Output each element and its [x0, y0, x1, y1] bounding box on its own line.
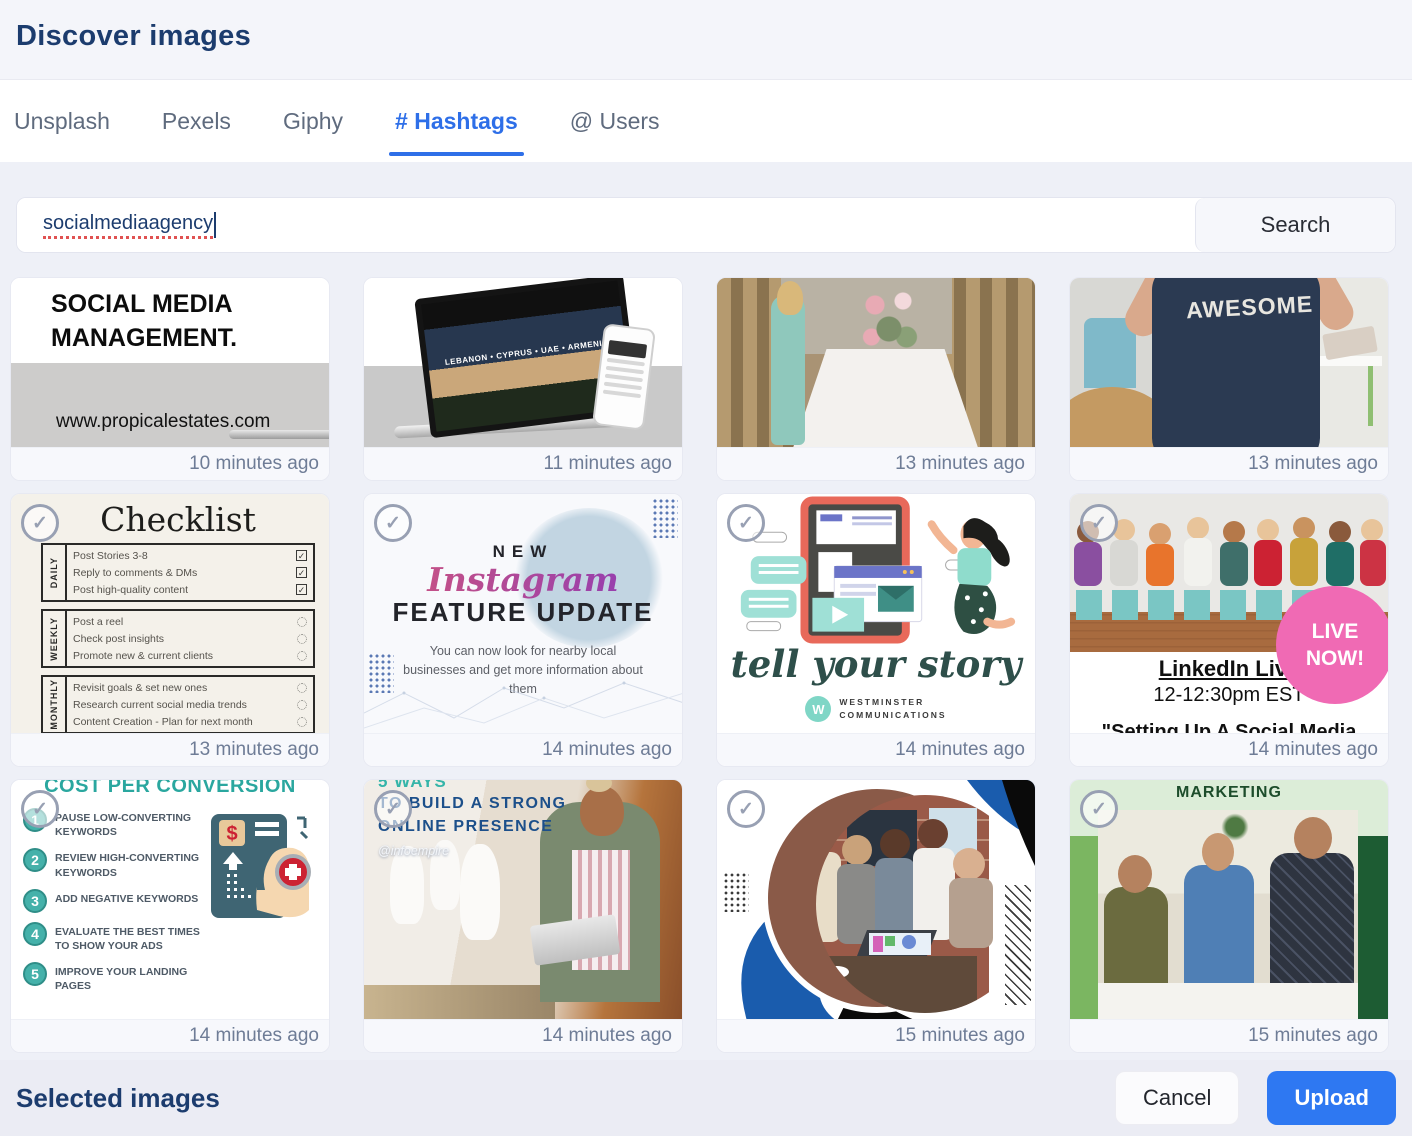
woman-figure-graphic [771, 295, 805, 445]
thumbnail-banquet-table [717, 278, 1035, 447]
check-circle-icon[interactable]: ✓ [1080, 504, 1118, 542]
instagram-script-text: Instagram [364, 560, 682, 599]
thumbnail-online-presence: 5 WAYS TO BUILD A STRONG ONLINE PRESENCE… [364, 780, 682, 1019]
upload-button[interactable]: Upload [1267, 1071, 1396, 1125]
thumbnail-real-estate-laptop: LEBANON • CYPRUS • UAE • ARMENIA [364, 278, 682, 447]
source-tabbar: Unsplash Pexels Giphy # Hashtags @ Users [0, 79, 1412, 162]
checklist-weekly-section: WEEKLY Post a reel Check post insights P… [41, 609, 315, 668]
overlay-line0: 5 WAYS [378, 780, 566, 792]
thumbnail-checklist: Checklist DAILY Post Stories 3-8✓ Reply … [11, 494, 329, 733]
flowers-graphic [854, 281, 924, 361]
tab-hashtags[interactable]: # Hashtags [393, 80, 520, 162]
thumbnail-cost-per-conversion: COST PER CONVERSION 1PAUSE LOW-CONVERTIN… [11, 780, 329, 1019]
team-desk-photo [1098, 810, 1358, 1019]
story-script-text: tell your story [717, 642, 1035, 686]
thumbnail-tell-your-story: tell your story W WESTMINSTER COMMUNICAT… [717, 494, 1035, 733]
thumbnail-linkedin-live: LIVE NOW! LinkedIn Live 12-12:30pm EST "… [1070, 494, 1388, 733]
checklist-monthly-section: MONTHLY Revisit goals & set new ones Res… [41, 675, 315, 733]
check-circle-icon[interactable]: ✓ [21, 790, 59, 828]
search-section: socialmediaagency Search [0, 162, 1412, 277]
timestamp: 13 minutes ago [895, 453, 1025, 475]
page-title: Discover images [16, 20, 1396, 53]
thumb-banner-text: LEBANON • CYPRUS • UAE • ARMENIA [444, 338, 608, 367]
team-photo-graphic [717, 780, 1035, 1019]
image-card-marketing-team[interactable]: ✓ MARKETING 15 minutes ago [1069, 779, 1389, 1053]
search-query-text: socialmediaagency [43, 212, 213, 239]
feature-update-title: FEATURE UPDATE [364, 597, 682, 628]
thumbnail-marketing-team: MARKETING [1070, 780, 1388, 1019]
laptop-edge-graphic [229, 430, 329, 439]
tab-pexels[interactable]: Pexels [160, 80, 233, 162]
tab-users[interactable]: @ Users [568, 80, 662, 162]
checklist-daily-section: DAILY Post Stories 3-8✓ Reply to comment… [41, 543, 315, 602]
thumbnail-team-circle [717, 780, 1035, 1019]
image-card-linkedin-live[interactable]: ✓ [1069, 493, 1389, 767]
story-illustration [717, 494, 1035, 644]
check-circle-icon[interactable]: ✓ [374, 504, 412, 542]
timestamp: 14 minutes ago [542, 1025, 672, 1047]
check-circle-icon[interactable]: ✓ [21, 504, 59, 542]
check-circle-icon[interactable]: ✓ [727, 790, 765, 828]
timestamp: 10 minutes ago [189, 453, 319, 475]
timestamp: 14 minutes ago [895, 739, 1025, 761]
westminster-logo: W WESTMINSTER COMMUNICATIONS [717, 696, 1035, 722]
check-circle-icon[interactable]: ✓ [374, 790, 412, 828]
image-card-awesome-shirt[interactable]: AWESOME 13 minutes ago [1069, 277, 1389, 481]
check-circle-icon[interactable]: ✓ [1080, 790, 1118, 828]
image-card-cost-per-conversion[interactable]: ✓ COST PER CONVERSION 1PAUSE LOW-CONVERT… [10, 779, 330, 1053]
image-card-checklist[interactable]: ✓ Checklist DAILY Post Stories 3-8✓ Repl… [10, 493, 330, 767]
timestamp: 15 minutes ago [1248, 1025, 1378, 1047]
event-topic: "Setting Up A Social Media [1070, 721, 1388, 733]
check-circle-icon[interactable]: ✓ [727, 504, 765, 542]
selection-footer: Selected images Cancel Upload [0, 1060, 1412, 1136]
timestamp: 13 minutes ago [189, 739, 319, 761]
checklist-title: Checklist [41, 500, 315, 539]
image-card-banquet-table[interactable]: 13 minutes ago [716, 277, 1036, 481]
kicker-text: NEW [364, 542, 682, 562]
marketing-title: MARKETING [1070, 784, 1388, 802]
plexus-lines-graphic [364, 663, 682, 733]
image-card-online-presence[interactable]: ✓ 5 WAYS TO BUILD A STRONG ONLINE PRESEN… [363, 779, 683, 1053]
diagonal-lines-pattern [1005, 885, 1031, 1005]
image-card-real-estate-laptop[interactable]: LEBANON • CYPRUS • UAE • ARMENIA 11 minu… [363, 277, 683, 481]
text-cursor [214, 212, 216, 238]
handle-text: @infoempire [378, 844, 566, 858]
timestamp: 11 minutes ago [543, 453, 672, 475]
image-card-social-media-management[interactable]: SOCIAL MEDIA MANAGEMENT. www.propicalest… [10, 277, 330, 481]
tab-giphy[interactable]: Giphy [281, 80, 345, 162]
timestamp: 13 minutes ago [1248, 453, 1378, 475]
thumbnail-instagram-update: NEW Instagram FEATURE UPDATE You can now… [364, 494, 682, 733]
timestamp: 14 minutes ago [1248, 739, 1378, 761]
mannequin-graphic [460, 844, 500, 940]
timestamp: 15 minutes ago [895, 1025, 1025, 1047]
thumbnail-social-media-management: SOCIAL MEDIA MANAGEMENT. www.propicalest… [11, 278, 329, 447]
w-logo-icon: W [805, 696, 831, 722]
cost-title: COST PER CONVERSION [11, 780, 329, 798]
live-now-badge: LIVE NOW! [1276, 586, 1388, 704]
selected-images-label: Selected images [16, 1083, 220, 1114]
image-card-team-circle[interactable]: ✓ [716, 779, 1036, 1053]
dots-pattern [723, 872, 749, 912]
thumb-headline: SOCIAL MEDIA MANAGEMENT. [51, 288, 281, 356]
search-input[interactable]: socialmediaagency [17, 198, 1195, 252]
image-card-instagram-update[interactable]: ✓ NEW Instagram FEATURE UPDATE You can n… [363, 493, 683, 767]
image-results-grid: SOCIAL MEDIA MANAGEMENT. www.propicalest… [0, 277, 1412, 1053]
image-card-tell-your-story[interactable]: ✓ [716, 493, 1036, 767]
dots-pattern [652, 498, 678, 538]
timestamp: 14 minutes ago [542, 739, 672, 761]
tab-unsplash[interactable]: Unsplash [12, 80, 112, 162]
worktable-graphic [364, 985, 555, 1019]
conversion-illustration: $ [209, 812, 319, 932]
svg-text:$: $ [226, 823, 237, 845]
timestamp: 14 minutes ago [189, 1025, 319, 1047]
modal-header: Discover images [0, 0, 1412, 79]
thumbnail-awesome-shirt: AWESOME [1070, 278, 1388, 447]
cancel-button[interactable]: Cancel [1115, 1071, 1239, 1125]
search-button[interactable]: Search [1195, 198, 1395, 252]
